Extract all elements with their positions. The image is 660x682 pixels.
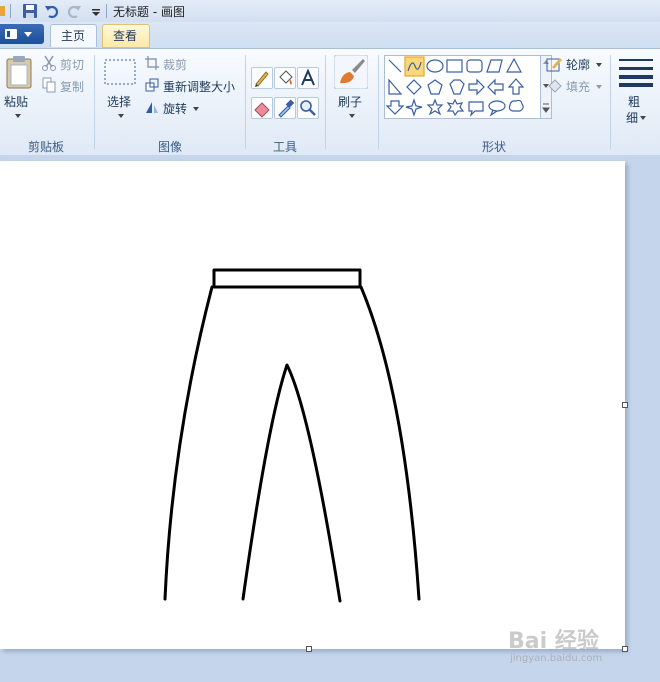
cut-label: 剪切 bbox=[60, 58, 85, 72]
rotate-button[interactable]: 旋转 bbox=[145, 99, 205, 117]
size-label-2: 细 bbox=[626, 111, 639, 125]
cut-button[interactable]: 剪切 bbox=[40, 55, 90, 73]
selection-rectangle-icon bbox=[104, 59, 136, 85]
chevron-down-icon bbox=[596, 85, 602, 89]
ribbon: 粘贴 剪切 复制 剪贴板 选择 裁剪 重新调整大小 旋转 图像 工具 刷子 轮廓… bbox=[0, 48, 660, 156]
copy-label: 复制 bbox=[60, 80, 85, 94]
size-label-1: 粗 bbox=[628, 95, 641, 109]
chevron-down-icon bbox=[640, 116, 646, 120]
line-width-icon bbox=[619, 59, 653, 87]
brushes-label: 刷子 bbox=[338, 95, 363, 109]
chevron-down-icon bbox=[349, 114, 355, 118]
canvas-workspace: Bai 经验 jingyan.baidu.com bbox=[0, 155, 660, 682]
copy-icon bbox=[42, 77, 56, 93]
fill-label: 填充 bbox=[566, 80, 591, 94]
group-divider bbox=[610, 55, 611, 149]
title-bar: 无标题 - 画图 bbox=[0, 0, 660, 23]
watermark-url: jingyan.baidu.com bbox=[510, 653, 603, 664]
undo-icon[interactable] bbox=[44, 3, 60, 19]
rotate-icon bbox=[146, 102, 158, 113]
size-button[interactable]: 粗 细 bbox=[616, 53, 656, 129]
fill-bucket-icon bbox=[548, 79, 562, 93]
shapes-grid bbox=[385, 56, 525, 117]
eraser-icon bbox=[254, 102, 270, 118]
text-tool[interactable] bbox=[297, 67, 319, 89]
drawing-canvas[interactable] bbox=[0, 161, 625, 649]
magnifier-icon bbox=[300, 100, 316, 116]
clipboard-icon bbox=[6, 56, 32, 89]
brushes-button[interactable]: 刷子 bbox=[332, 53, 372, 129]
tab-home[interactable]: 主页 bbox=[50, 24, 97, 47]
pants-left-outer-seam bbox=[163, 285, 214, 601]
shapes-gallery[interactable] bbox=[384, 55, 542, 119]
outline-label: 轮廓 bbox=[566, 58, 591, 72]
pants-right-outer-seam bbox=[359, 285, 421, 601]
crop-icon bbox=[145, 56, 159, 70]
fill-button[interactable]: 填充 bbox=[546, 77, 606, 95]
paint-app-icon[interactable] bbox=[0, 3, 16, 19]
eraser-tool[interactable] bbox=[251, 97, 273, 119]
save-icon[interactable] bbox=[22, 3, 38, 19]
group-divider bbox=[378, 55, 379, 149]
pencil-icon bbox=[255, 71, 269, 87]
resize-handle-right[interactable] bbox=[622, 402, 628, 408]
paint-menu-button[interactable] bbox=[0, 24, 44, 44]
resize-label: 重新调整大小 bbox=[163, 80, 236, 94]
tab-view[interactable]: 查看 bbox=[102, 24, 150, 48]
group-divider bbox=[94, 55, 95, 149]
group-divider bbox=[245, 55, 246, 149]
paste-label: 粘贴 bbox=[4, 95, 29, 109]
chevron-down-icon bbox=[193, 107, 199, 111]
divider bbox=[10, 4, 11, 18]
text-a-icon bbox=[301, 68, 315, 86]
paste-button[interactable]: 粘贴 bbox=[0, 53, 36, 129]
resize-handle-corner[interactable] bbox=[622, 646, 628, 652]
line-shape-icon bbox=[388, 59, 402, 73]
brush-icon bbox=[334, 55, 368, 89]
scissors-icon bbox=[42, 55, 56, 71]
pants-waistband bbox=[212, 268, 362, 289]
pants-drawing bbox=[163, 268, 421, 603]
pants-inner-seam bbox=[241, 363, 342, 603]
redo-icon[interactable] bbox=[66, 3, 82, 19]
eyedropper-icon bbox=[278, 99, 295, 118]
magnifier-tool[interactable] bbox=[297, 97, 319, 119]
chevron-down-icon bbox=[118, 114, 124, 118]
window-title: 无标题 - 画图 bbox=[113, 5, 185, 19]
rotate-label: 旋转 bbox=[163, 102, 188, 116]
crop-button[interactable]: 裁剪 bbox=[145, 55, 195, 73]
clipboard-group-label: 剪贴板 bbox=[27, 140, 64, 154]
chevron-down-icon bbox=[15, 114, 21, 118]
resize-handle-bottom[interactable] bbox=[306, 646, 312, 652]
group-divider bbox=[325, 55, 326, 149]
outline-button[interactable]: 轮廓 bbox=[546, 55, 606, 73]
watermark-logo: Bai 经验 bbox=[508, 629, 599, 654]
crop-label: 裁剪 bbox=[163, 58, 188, 72]
chevron-down-icon bbox=[596, 63, 602, 67]
copy-button[interactable]: 复制 bbox=[40, 77, 90, 95]
outline-pencil-icon bbox=[546, 58, 562, 72]
select-button[interactable]: 选择 bbox=[100, 53, 140, 129]
color-picker-tool[interactable] bbox=[274, 97, 296, 119]
pencil-tool[interactable] bbox=[251, 67, 273, 89]
tools-group-label: 工具 bbox=[272, 140, 297, 154]
paint-bucket-icon bbox=[279, 70, 293, 85]
image-group-label: 图像 bbox=[157, 140, 182, 154]
select-label: 选择 bbox=[107, 95, 132, 109]
ribbon-tab-row: 主页 查看 bbox=[0, 22, 660, 48]
customize-toolbar-icon[interactable] bbox=[88, 3, 104, 19]
shapes-group-label: 形状 bbox=[481, 140, 506, 154]
fill-tool[interactable] bbox=[274, 67, 296, 89]
paint-menu-icon bbox=[5, 29, 32, 39]
resize-button[interactable]: 重新调整大小 bbox=[145, 77, 239, 95]
divider bbox=[106, 4, 107, 18]
resize-icon bbox=[145, 78, 159, 92]
